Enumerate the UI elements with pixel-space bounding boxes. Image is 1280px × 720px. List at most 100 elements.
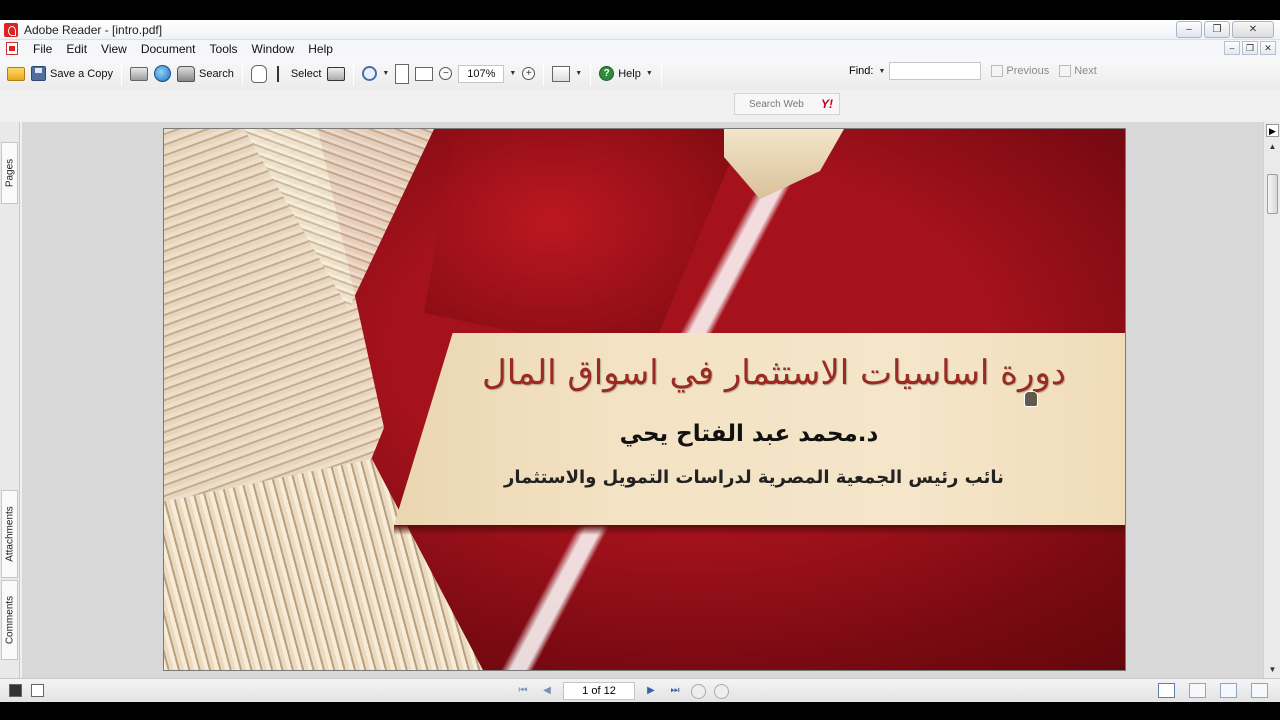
zoom-tool-button[interactable]: ▼ xyxy=(359,61,392,87)
find-previous-button[interactable]: Previous xyxy=(991,65,1049,77)
pages-tab[interactable]: Pages xyxy=(1,142,18,204)
menu-edit[interactable]: Edit xyxy=(59,42,94,56)
adobe-reader-app-icon xyxy=(4,22,18,37)
banner-shadow xyxy=(394,525,1125,535)
previous-view-icon[interactable] xyxy=(691,683,706,699)
print-button[interactable] xyxy=(127,61,151,87)
title-bar: Adobe Reader - [intro.pdf] – ❐ ✕ xyxy=(0,20,1280,40)
pdf-page: دورة اساسيات الاستثمار في اسواق المال د.… xyxy=(163,128,1126,671)
page-layout-buttons xyxy=(1158,683,1268,698)
magnifier-icon xyxy=(362,66,378,81)
vertical-scrollbar[interactable]: ▶ ▲ ▼ xyxy=(1263,122,1280,678)
menu-file[interactable]: File xyxy=(26,42,59,56)
minus-icon: − xyxy=(439,67,453,80)
chevron-down-icon: ▼ xyxy=(382,70,390,77)
floppy-disk-icon xyxy=(31,66,46,81)
next-page-icon[interactable]: ▶ xyxy=(643,683,659,699)
toolbar-separator xyxy=(590,61,592,86)
minimize-button[interactable]: – xyxy=(1176,21,1202,38)
chevron-down-icon[interactable]: ▼ xyxy=(878,68,885,75)
menu-view[interactable]: View xyxy=(94,42,134,56)
continuous-view-icon[interactable] xyxy=(1189,683,1206,698)
doc-restore-button[interactable]: ❐ xyxy=(1242,41,1258,55)
zoom-in-button[interactable]: + xyxy=(519,61,538,87)
continuous-facing-view-icon[interactable] xyxy=(1251,683,1268,698)
select-tool-button[interactable]: Select xyxy=(270,61,325,87)
search-web-field[interactable]: Search Web Y! xyxy=(734,93,840,115)
menu-document[interactable]: Document xyxy=(134,42,203,56)
next-view-icon[interactable] xyxy=(714,683,729,699)
page-number-field[interactable]: 1 of 12 xyxy=(563,682,635,700)
scroll-up-arrow-icon[interactable]: ▲ xyxy=(1266,140,1279,153)
zoom-level-dropdown[interactable]: 107% ▼ xyxy=(455,61,519,87)
close-button[interactable]: ✕ xyxy=(1232,21,1274,38)
previous-page-icon[interactable]: ◀ xyxy=(539,683,555,699)
yahoo-logo-icon[interactable]: Y! xyxy=(821,97,833,111)
toolbar-separator xyxy=(543,61,545,86)
options-arrow-icon[interactable]: ▶ xyxy=(1266,124,1279,137)
hand-tool-button[interactable] xyxy=(248,61,270,87)
page-layout-icon xyxy=(552,65,571,82)
next-arrow-icon xyxy=(1059,65,1072,77)
menu-bar: File Edit View Document Tools Window Hel… xyxy=(0,40,1280,57)
page-display-button[interactable]: ▼ xyxy=(549,61,585,87)
document-options-icon[interactable] xyxy=(9,684,22,697)
email-button[interactable] xyxy=(151,61,174,87)
hand-icon xyxy=(250,64,267,83)
select-label: Select xyxy=(290,67,322,80)
toolbar-separator xyxy=(241,61,243,86)
save-copy-button[interactable]: Save a Copy xyxy=(28,61,116,87)
search-button[interactable]: Search xyxy=(174,61,237,87)
chevron-down-icon: ▼ xyxy=(509,70,517,77)
last-page-icon[interactable]: ⏭ xyxy=(667,683,683,699)
slide-background-shape xyxy=(424,129,744,359)
facing-view-icon[interactable] xyxy=(1220,683,1237,698)
zoom-out-button[interactable]: − xyxy=(436,61,455,87)
find-label[interactable]: Find: xyxy=(849,65,873,77)
menu-tools[interactable]: Tools xyxy=(203,42,245,56)
binoculars-icon xyxy=(176,65,195,82)
menu-window[interactable]: Window xyxy=(245,42,302,56)
window-title: Adobe Reader - [intro.pdf] xyxy=(24,22,163,37)
snapshot-button[interactable] xyxy=(324,61,348,87)
chevron-down-icon: ▼ xyxy=(575,70,583,77)
help-icon: ? xyxy=(599,66,615,81)
toolbar-separator xyxy=(353,61,355,86)
attachments-tab[interactable]: Attachments xyxy=(1,490,18,578)
scrollbar-thumb[interactable] xyxy=(1267,174,1278,214)
text-select-icon xyxy=(276,65,287,82)
plus-icon: + xyxy=(522,67,536,80)
chevron-down-icon: ▼ xyxy=(645,70,653,77)
secondary-toolbar: Search Web Y! xyxy=(0,90,1280,118)
document-icon[interactable] xyxy=(6,42,18,55)
first-page-icon[interactable]: ⏮ xyxy=(515,683,531,699)
comments-tab[interactable]: Comments xyxy=(1,580,18,660)
doc-close-button[interactable]: ✕ xyxy=(1260,41,1276,55)
toolbar-separator xyxy=(660,61,662,86)
previous-arrow-icon xyxy=(991,65,1004,77)
scroll-down-arrow-icon[interactable]: ▼ xyxy=(1266,663,1279,676)
fit-page-button[interactable] xyxy=(392,61,412,87)
fit-width-icon xyxy=(415,66,434,81)
hand-cursor-icon xyxy=(1024,391,1038,407)
fit-width-button[interactable] xyxy=(412,61,436,87)
navigation-panel: Pages Attachments Comments xyxy=(0,122,20,678)
zoom-level-field[interactable]: 107% xyxy=(458,64,505,83)
status-bar: ⏮ ◀ 1 of 12 ▶ ⏭ xyxy=(0,678,1280,702)
find-input[interactable] xyxy=(889,62,982,80)
find-next-label: Next xyxy=(1074,65,1097,77)
find-previous-label: Previous xyxy=(1006,65,1050,77)
help-button[interactable]: ? Help ▼ xyxy=(596,61,656,87)
single-page-view-icon[interactable] xyxy=(1158,683,1175,698)
folder-open-icon xyxy=(7,66,25,81)
screen-bottom-bar xyxy=(0,702,1280,720)
open-button[interactable] xyxy=(4,61,28,87)
doc-minimize-button[interactable]: – xyxy=(1224,41,1240,55)
restore-button[interactable]: ❐ xyxy=(1204,21,1230,38)
menu-help[interactable]: Help xyxy=(301,42,340,56)
find-next-button[interactable]: Next xyxy=(1059,65,1097,77)
document-viewport[interactable]: دورة اساسيات الاستثمار في اسواق المال د.… xyxy=(22,122,1263,678)
pages-tab-label: Pages xyxy=(4,158,15,188)
page-size-icon[interactable] xyxy=(31,684,44,697)
printer-icon xyxy=(129,66,148,81)
